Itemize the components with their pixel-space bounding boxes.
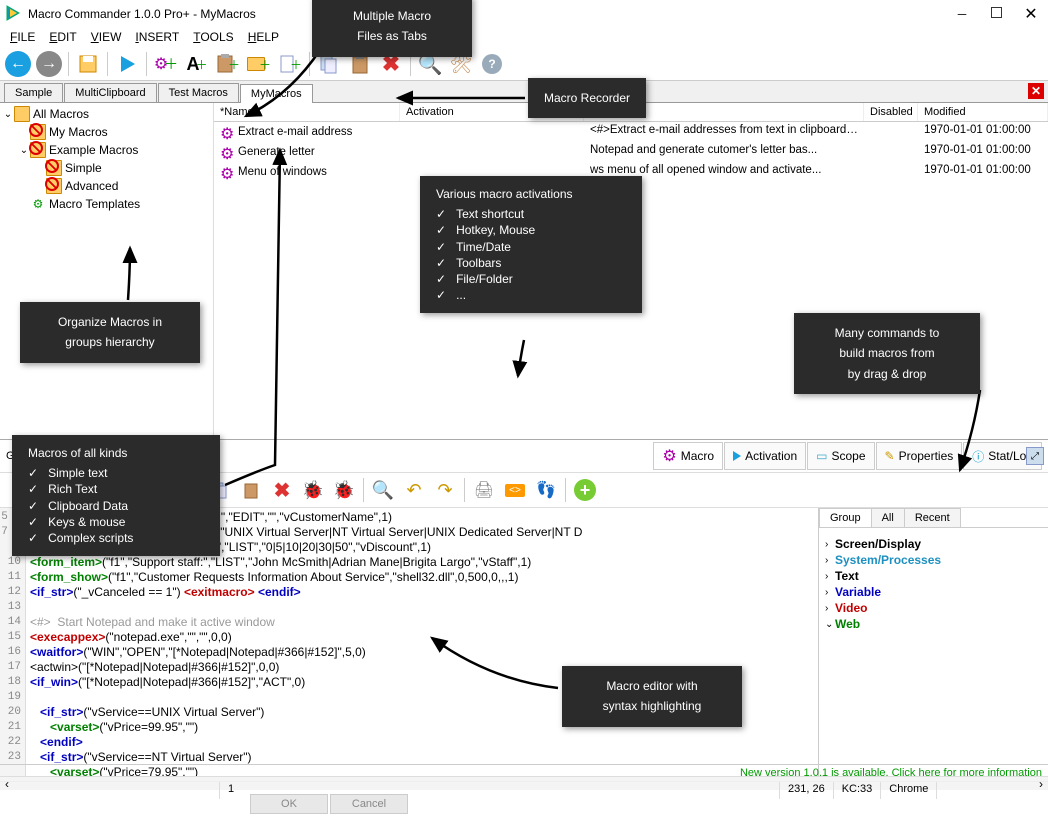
scope-icon: ▭ bbox=[816, 449, 827, 463]
tree-root[interactable]: ⌄All Macros bbox=[2, 105, 211, 123]
steps-button[interactable]: 👣 bbox=[532, 476, 560, 504]
new-text-button[interactable]: A＋ bbox=[183, 50, 211, 78]
forward-button[interactable]: → bbox=[35, 50, 63, 78]
new-macro-button[interactable]: ⚙＋ bbox=[152, 50, 180, 78]
new-group-button[interactable]: ＋ bbox=[245, 50, 273, 78]
statusbar: New version 1.0.1 is available. Click he… bbox=[0, 764, 1048, 800]
menu-help[interactable]: HELP bbox=[242, 28, 285, 46]
cmdtab-recent[interactable]: Recent bbox=[904, 508, 961, 527]
add-step-button[interactable]: + bbox=[571, 476, 599, 504]
tag-button[interactable]: <> bbox=[501, 476, 529, 504]
file-tab-testmacros[interactable]: Test Macros bbox=[158, 83, 239, 102]
col-modified[interactable]: Modified bbox=[918, 103, 1048, 121]
menu-insert[interactable]: INSERT bbox=[129, 28, 185, 46]
callout-editor: Macro editor with syntax highlighting bbox=[562, 666, 742, 727]
callout-kinds: Macros of all kinds Simple textRich Text… bbox=[12, 435, 220, 556]
status-pos: 231, 26 bbox=[780, 782, 834, 799]
command-item[interactable]: ›System/Processes bbox=[821, 552, 1046, 568]
pencil-icon: ✎ bbox=[885, 449, 895, 463]
tab-activation[interactable]: Activation bbox=[724, 442, 806, 470]
gear-icon: ⚙ bbox=[662, 446, 676, 466]
minimize-button[interactable]: ─ bbox=[955, 7, 969, 21]
back-button[interactable]: ← bbox=[4, 50, 32, 78]
menu-view[interactable]: VIEW bbox=[85, 28, 128, 46]
run-button[interactable] bbox=[113, 50, 141, 78]
redo-button[interactable]: ↷ bbox=[431, 476, 459, 504]
macro-tree: ⌄All Macros My Macros ⌄Example Macros Si… bbox=[0, 103, 214, 439]
menu-file[interactable]: FILE bbox=[4, 28, 41, 46]
tab-properties[interactable]: ✎Properties bbox=[876, 442, 963, 470]
callout-commands: Many commands to build macros from by dr… bbox=[794, 313, 980, 394]
window-title: Macro Commander 1.0.0 Pro+ - MyMacros bbox=[28, 7, 955, 21]
tab-macro[interactable]: ⚙Macro bbox=[653, 442, 723, 470]
close-button[interactable]: ✕ bbox=[1024, 7, 1038, 21]
col-name[interactable]: *Name bbox=[214, 103, 400, 121]
file-tabs: Sample MultiClipboard Test Macros MyMacr… bbox=[0, 81, 1048, 103]
list-row[interactable]: ⚙Extract e-mail address<#>Extract e-mail… bbox=[214, 122, 1048, 142]
file-tab-multiclipboard[interactable]: MultiClipboard bbox=[64, 83, 156, 102]
tree-simple[interactable]: Simple bbox=[2, 159, 211, 177]
info-icon: ⓘ bbox=[972, 448, 984, 465]
editor-tabs: ⚙Macro Activation ▭Scope ✎Properties ⓘSt… bbox=[653, 442, 1042, 470]
menu-tools[interactable]: TOOLS bbox=[187, 28, 239, 46]
file-tab-sample[interactable]: Sample bbox=[4, 83, 63, 102]
tree-templates[interactable]: ⚙Macro Templates bbox=[2, 195, 211, 213]
command-panel: Group All Recent ›Screen/Display›System/… bbox=[818, 508, 1048, 776]
app-logo-icon bbox=[4, 4, 22, 25]
cmdtab-all[interactable]: All bbox=[871, 508, 905, 527]
command-item[interactable] bbox=[821, 638, 1046, 640]
help-button[interactable]: ? bbox=[478, 50, 506, 78]
tree-example-macros[interactable]: ⌄Example Macros bbox=[2, 141, 211, 159]
new-clipboard-button[interactable]: ＋ bbox=[214, 50, 242, 78]
command-item[interactable]: ›Text bbox=[821, 568, 1046, 584]
menubar: FILE EDIT VIEW INSERT TOOLS HELP bbox=[0, 28, 1048, 48]
command-item[interactable]: ›Variable bbox=[821, 584, 1046, 600]
callout-recorder: Macro Recorder bbox=[528, 78, 646, 118]
callout-tabs: Multiple Macro Files as Tabs bbox=[312, 0, 472, 57]
close-tab-button[interactable]: ✕ bbox=[1028, 83, 1044, 99]
find-button[interactable]: 🔍 bbox=[369, 476, 397, 504]
new-file-button[interactable]: ＋ bbox=[276, 50, 304, 78]
col-disabled[interactable]: Disabled bbox=[864, 103, 918, 121]
command-list[interactable]: ›Screen/Display›System/Processes›Text›Va… bbox=[819, 528, 1048, 776]
titlebar: Macro Commander 1.0.0 Pro+ - MyMacros ─ … bbox=[0, 0, 1048, 28]
tree-my-macros[interactable]: My Macros bbox=[2, 123, 211, 141]
status-kc: KC:33 bbox=[834, 782, 882, 799]
command-item[interactable]: ›Screen/Display bbox=[821, 536, 1046, 552]
expand-editor-button[interactable]: ⤢ bbox=[1026, 447, 1044, 465]
menu-edit[interactable]: EDIT bbox=[43, 28, 82, 46]
file-tab-mymacros[interactable]: MyMacros bbox=[240, 84, 313, 103]
print-button[interactable]: 🖨 bbox=[470, 476, 498, 504]
debug-button[interactable]: 🐞 bbox=[299, 476, 327, 504]
tab-scope[interactable]: ▭Scope bbox=[807, 442, 874, 470]
callout-groups: Organize Macros in groups hierarchy bbox=[20, 302, 200, 363]
main-toolbar: ← → ⚙＋ A＋ ＋ ＋ ＋ ✖ 🔍 🛠 ? bbox=[0, 48, 1048, 81]
command-item[interactable]: ›Video bbox=[821, 600, 1046, 616]
list-row[interactable]: ⚙Generate letterNotepad and generate cut… bbox=[214, 142, 1048, 162]
play-icon bbox=[733, 451, 741, 461]
save-button[interactable] bbox=[74, 50, 102, 78]
tree-advanced[interactable]: Advanced bbox=[2, 177, 211, 195]
cmdtab-group[interactable]: Group bbox=[819, 508, 872, 527]
status-line: 1 bbox=[220, 782, 780, 799]
callout-activations: Various macro activations Text shortcutH… bbox=[420, 176, 642, 313]
gear-icon: ⚙ bbox=[30, 196, 46, 212]
maximize-button[interactable] bbox=[991, 7, 1002, 18]
delete-line-button[interactable]: ✖ bbox=[268, 476, 296, 504]
paste-button-2[interactable] bbox=[237, 476, 265, 504]
command-item[interactable]: ⌄Web bbox=[821, 616, 1046, 632]
status-app: Chrome bbox=[881, 782, 937, 799]
debug-off-button[interactable]: 🐞 bbox=[330, 476, 358, 504]
new-version-link[interactable]: New version 1.0.1 is available. Click he… bbox=[0, 765, 1048, 781]
undo-button[interactable]: ↶ bbox=[400, 476, 428, 504]
